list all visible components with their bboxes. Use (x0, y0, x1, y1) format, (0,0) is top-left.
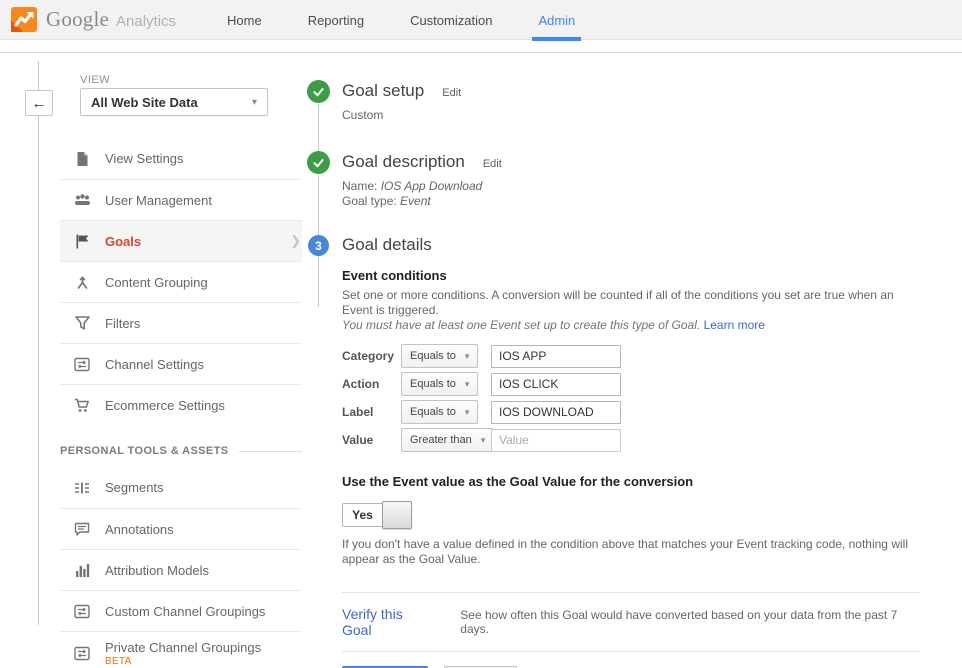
nav-home[interactable]: Home (204, 0, 285, 40)
step-goal-details: 3 Goal details Event conditions Set one … (307, 235, 922, 668)
action-value-input[interactable] (491, 373, 621, 396)
back-button[interactable]: ← (25, 90, 53, 116)
learn-more-link[interactable]: Learn more (704, 318, 765, 332)
sidebar-item-segments[interactable]: Segments (60, 467, 302, 508)
verify-goal-description: See how often this Goal would have conve… (460, 608, 920, 636)
goal-setup-value: Custom (342, 108, 922, 123)
category-operator-select[interactable]: Equals to▾ (401, 344, 478, 368)
brand-name: Google (46, 7, 109, 32)
category-value-input[interactable] (491, 345, 621, 368)
condition-row-value: Value Greater than▾ (342, 428, 920, 452)
sidebar-item-private-channel-groupings[interactable]: Private Channel Groupings BETA (60, 631, 302, 668)
step-complete-icon (307, 151, 330, 174)
goal-editor: Goal setup Edit Custom Goal description … (305, 53, 962, 667)
action-operator-select[interactable]: Equals to▾ (401, 372, 478, 396)
comment-icon (73, 522, 91, 537)
event-conditions-hint: You must have at least one Event set up … (342, 318, 920, 333)
cart-icon (73, 398, 91, 413)
subheader-strip (0, 40, 962, 53)
condition-row-action: Action Equals to▾ (342, 372, 920, 396)
bar-chart-icon (73, 563, 91, 577)
value-value-input[interactable] (491, 429, 621, 452)
goal-name-value: IOS App Download (381, 179, 483, 193)
chevron-down-icon: ▾ (465, 351, 470, 362)
goal-steps: Goal setup Edit Custom Goal description … (307, 81, 922, 668)
edit-goal-setup-link[interactable]: Edit (442, 87, 461, 99)
sidebar-item-filters[interactable]: Filters (60, 302, 302, 343)
toggle-yes-label: Yes (342, 503, 382, 527)
view-selector-value: All Web Site Data (91, 95, 252, 110)
step-goal-description: Goal description Edit Name: IOS App Down… (307, 152, 922, 209)
nav-reporting[interactable]: Reporting (285, 0, 387, 40)
nav-admin[interactable]: Admin (515, 0, 598, 40)
verify-goal-link[interactable]: Verify this Goal (342, 606, 434, 638)
sidebar-item-ecommerce-settings[interactable]: Ecommerce Settings (60, 384, 302, 425)
channel-icon (73, 357, 91, 372)
toggle-knob[interactable] (382, 501, 412, 529)
sidebar-item-attribution-models[interactable]: Attribution Models (60, 549, 302, 590)
step-title-goal-setup: Goal setup (342, 81, 424, 101)
chevron-down-icon: ▾ (481, 435, 486, 446)
analytics-logo-icon (11, 6, 38, 33)
event-conditions-heading: Event conditions (342, 268, 920, 283)
sidebar-item-channel-settings[interactable]: Channel Settings (60, 343, 302, 384)
flag-icon (73, 234, 91, 249)
verify-goal-row: Verify this Goal See how often this Goal… (342, 592, 920, 652)
sidebar-personal-menu: Segments Annotations Attribution Models (60, 467, 302, 668)
file-icon (73, 151, 91, 167)
goal-name-line: Name: IOS App Download Goal type: Event (342, 179, 922, 209)
channel-icon (73, 646, 91, 661)
sidebar-item-goals[interactable]: Goals ❯ (60, 220, 302, 261)
users-icon (73, 193, 91, 207)
view-selector[interactable]: All Web Site Data ▾ (80, 88, 268, 116)
event-value-toggle[interactable]: Yes (342, 501, 412, 529)
sidebar: ← VIEW All Web Site Data ▾ View Settings (0, 53, 305, 667)
branch-icon (73, 275, 91, 290)
sidebar-menu: View Settings User Management Goals ❯ (60, 138, 302, 425)
sidebar-item-custom-channel-groupings[interactable]: Custom Channel Groupings (60, 590, 302, 631)
product-name: Analytics (116, 13, 176, 30)
sidebar-item-user-management[interactable]: User Management (60, 179, 302, 220)
logo[interactable]: Google Analytics (11, 6, 176, 33)
sidebar-divider-line (38, 61, 39, 625)
label-operator-select[interactable]: Equals to▾ (401, 400, 478, 424)
sidebar-item-annotations[interactable]: Annotations (60, 508, 302, 549)
view-label: VIEW (80, 74, 110, 86)
sidebar-item-view-settings[interactable]: View Settings (60, 138, 302, 179)
step-number-badge: 3 (308, 235, 329, 256)
chevron-down-icon: ▾ (465, 379, 470, 390)
funnel-icon (73, 316, 91, 330)
value-operator-select[interactable]: Greater than▾ (401, 428, 494, 452)
google-analytics-admin-page: Google Analytics Home Reporting Customiz… (0, 0, 962, 668)
step-title-goal-details: Goal details (342, 235, 432, 255)
app-header: Google Analytics Home Reporting Customiz… (0, 0, 962, 40)
chevron-down-icon: ▾ (252, 97, 257, 108)
step-goal-setup: Goal setup Edit Custom (307, 81, 922, 123)
goal-details-form: Event conditions Set one or more conditi… (342, 268, 920, 668)
nav-customization[interactable]: Customization (387, 0, 515, 40)
label-value-input[interactable] (491, 401, 621, 424)
condition-row-category: Category Equals to▾ (342, 344, 920, 368)
step-complete-icon (307, 80, 330, 103)
event-conditions-grid: Category Equals to▾ Action Equals to▾ La… (342, 344, 920, 452)
beta-badge: BETA (105, 656, 261, 667)
segments-icon (73, 481, 91, 495)
event-conditions-description: Set one or more conditions. A conversion… (342, 288, 920, 318)
channel-icon (73, 604, 91, 619)
personal-tools-section-header: PERSONAL TOOLS & ASSETS (60, 445, 302, 457)
condition-row-label: Label Equals to▾ (342, 400, 920, 424)
chevron-down-icon: ▾ (465, 407, 470, 418)
active-item-chevron-icon: ❯ (290, 233, 301, 249)
goal-type-value: Event (400, 194, 431, 208)
event-value-helper-text: If you don't have a value defined in the… (342, 537, 920, 567)
primary-nav: Home Reporting Customization Admin (204, 0, 598, 40)
use-event-value-heading: Use the Event value as the Goal Value fo… (342, 474, 920, 489)
edit-goal-description-link[interactable]: Edit (483, 158, 502, 170)
sidebar-item-content-grouping[interactable]: Content Grouping (60, 261, 302, 302)
step-title-goal-description: Goal description (342, 152, 465, 172)
